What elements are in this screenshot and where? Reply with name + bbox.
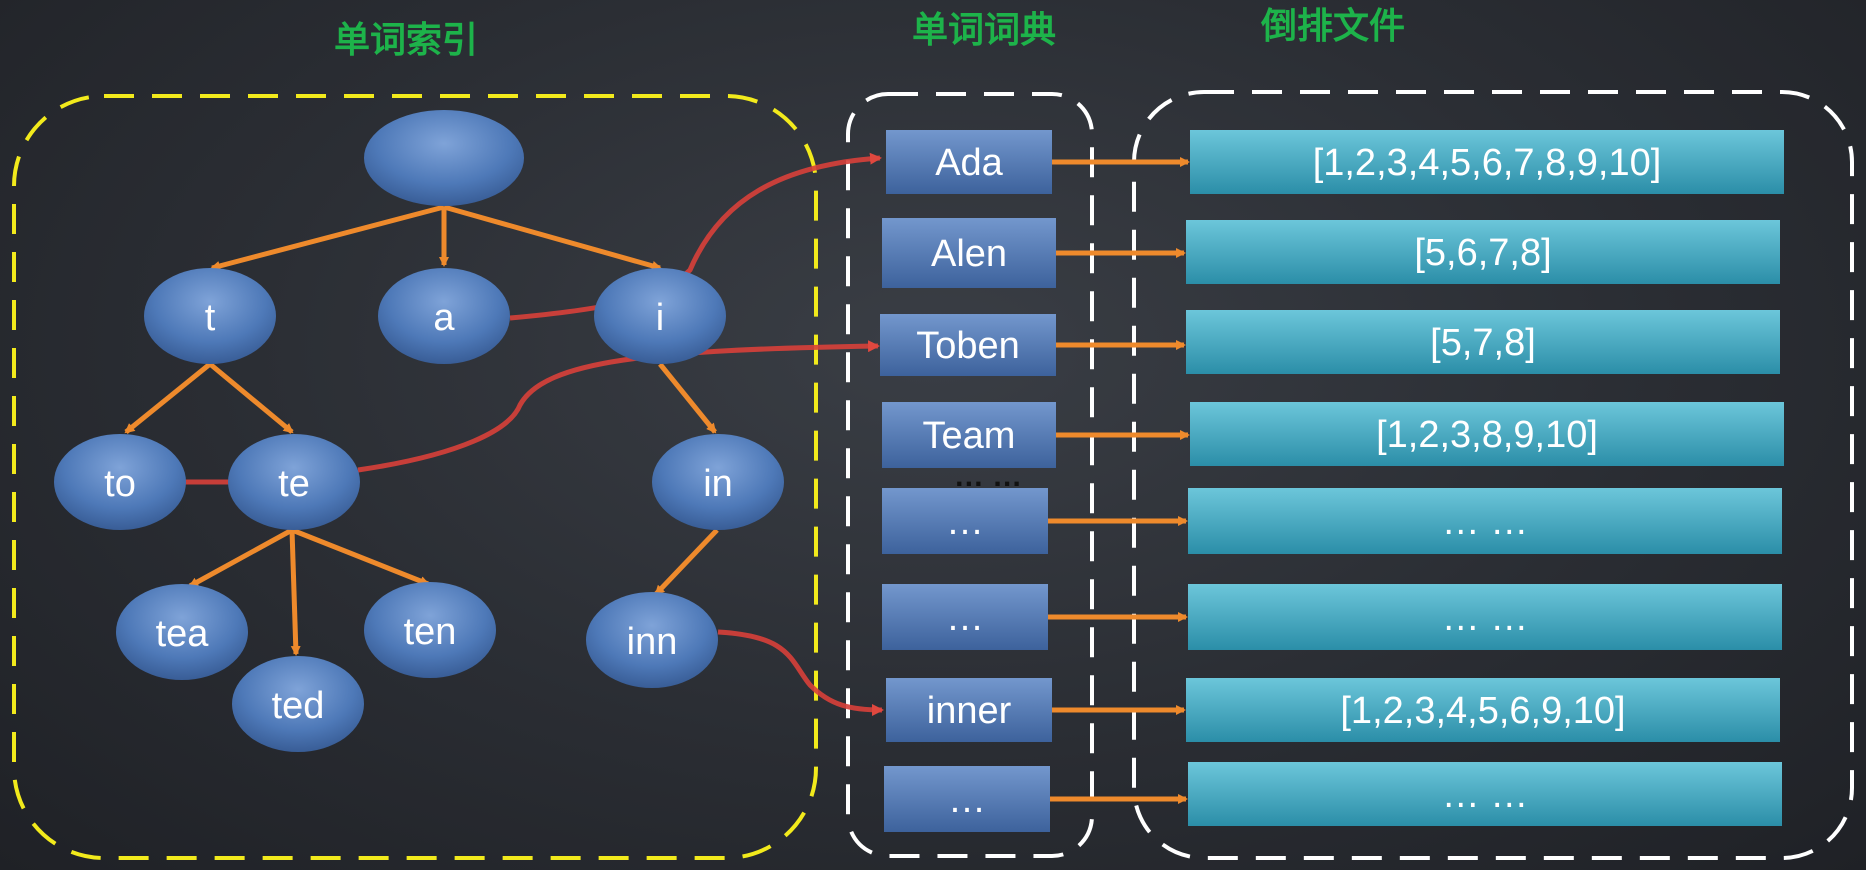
trie-node-t-label: t (205, 297, 216, 339)
trie-node-i: i (594, 268, 726, 364)
trie-node-a-label: a (433, 297, 455, 339)
trie-nodes: t a i to te in tea ten ted inn (54, 110, 784, 752)
trie-node-te-label: te (278, 463, 310, 505)
dictionary-row: Team [1,2,3,8,9,10] (882, 402, 1784, 468)
trie-node-ten: ten (364, 582, 496, 678)
link-inn-to-inner (717, 629, 884, 716)
trie-node-a: a (378, 268, 510, 364)
dictionary-row: Toben [5,7,8] (880, 310, 1780, 376)
trie-node-root (364, 110, 524, 206)
trie-node-ted: ted (232, 656, 364, 752)
trie-node-inn-label: inn (627, 621, 678, 663)
dictionary-row: inner [1,2,3,4,5,6,9,10] (886, 678, 1780, 742)
dictionary-row: Alen [5,6,7,8] (882, 218, 1780, 288)
posting-list-label: [1,2,3,4,5,6,7,8,9,10] (1313, 142, 1662, 184)
edge-root-t (210, 204, 445, 271)
dictionary-entry-label: Alen (931, 233, 1007, 275)
dictionary-row: … … … (884, 762, 1782, 832)
dictionary-entry-label: Ada (935, 142, 1003, 184)
trie-node-te: te (228, 434, 360, 530)
trie-node-in: in (652, 434, 784, 530)
dictionary-row: … … … (882, 584, 1782, 650)
dictionary-entry-label: … (946, 501, 984, 543)
dictionary-entry-label: … (948, 779, 986, 821)
edge-te-tea (188, 527, 294, 589)
heading-inverted-file: 倒排文件 (1260, 5, 1405, 46)
posting-list-label: … … (1442, 501, 1529, 543)
edge-te-ten (291, 527, 430, 587)
posting-list-label: [1,2,3,8,9,10] (1376, 414, 1598, 456)
posting-list-label: [5,6,7,8] (1414, 232, 1551, 274)
inverted-index-diagram: 单词索引 单词词典 倒排文件 t a i to te in tea ten te… (12, 5, 1854, 860)
heading-word-index: 单词索引 (334, 19, 478, 60)
heading-word-dictionary: 单词词典 (912, 9, 1056, 50)
edge-t-te (208, 362, 294, 434)
trie-node-inn: inn (586, 592, 718, 688)
edge-te-ted (289, 529, 301, 656)
posting-list-label: [1,2,3,4,5,6,9,10] (1340, 690, 1625, 732)
link-te-to-toben (357, 340, 880, 473)
dictionary-row: Ada [1,2,3,4,5,6,7,8,9,10] (886, 130, 1784, 194)
edge-root-i (443, 204, 662, 271)
dictionary-entry-label: … (946, 597, 984, 639)
posting-list-label: … … (1442, 774, 1529, 816)
dictionary-entry-label: inner (927, 690, 1012, 732)
posting-list-label: [5,7,8] (1430, 322, 1536, 364)
posting-list-label: … … (1442, 597, 1529, 639)
trie-node-tea: tea (116, 584, 248, 680)
edge-t-to (124, 362, 212, 434)
trie-node-to-label: to (104, 463, 136, 505)
dictionary-entry-label: Team (923, 415, 1016, 457)
trie-node-i-label: i (656, 297, 664, 339)
trie-node-ten-label: ten (404, 611, 457, 653)
edge-i-in (658, 362, 717, 434)
trie-node-ted-label: ted (272, 685, 325, 727)
inverted-file-frame (1132, 90, 1854, 860)
dictionary-row: … … … (882, 488, 1782, 554)
trie-node-tea-label: tea (156, 613, 210, 655)
dictionary-entry-label: Toben (916, 325, 1020, 367)
trie-node-t: t (144, 268, 276, 364)
edge-in-inn (654, 528, 719, 596)
trie-node-to: to (54, 434, 186, 530)
trie-node-in-label: in (703, 463, 733, 505)
